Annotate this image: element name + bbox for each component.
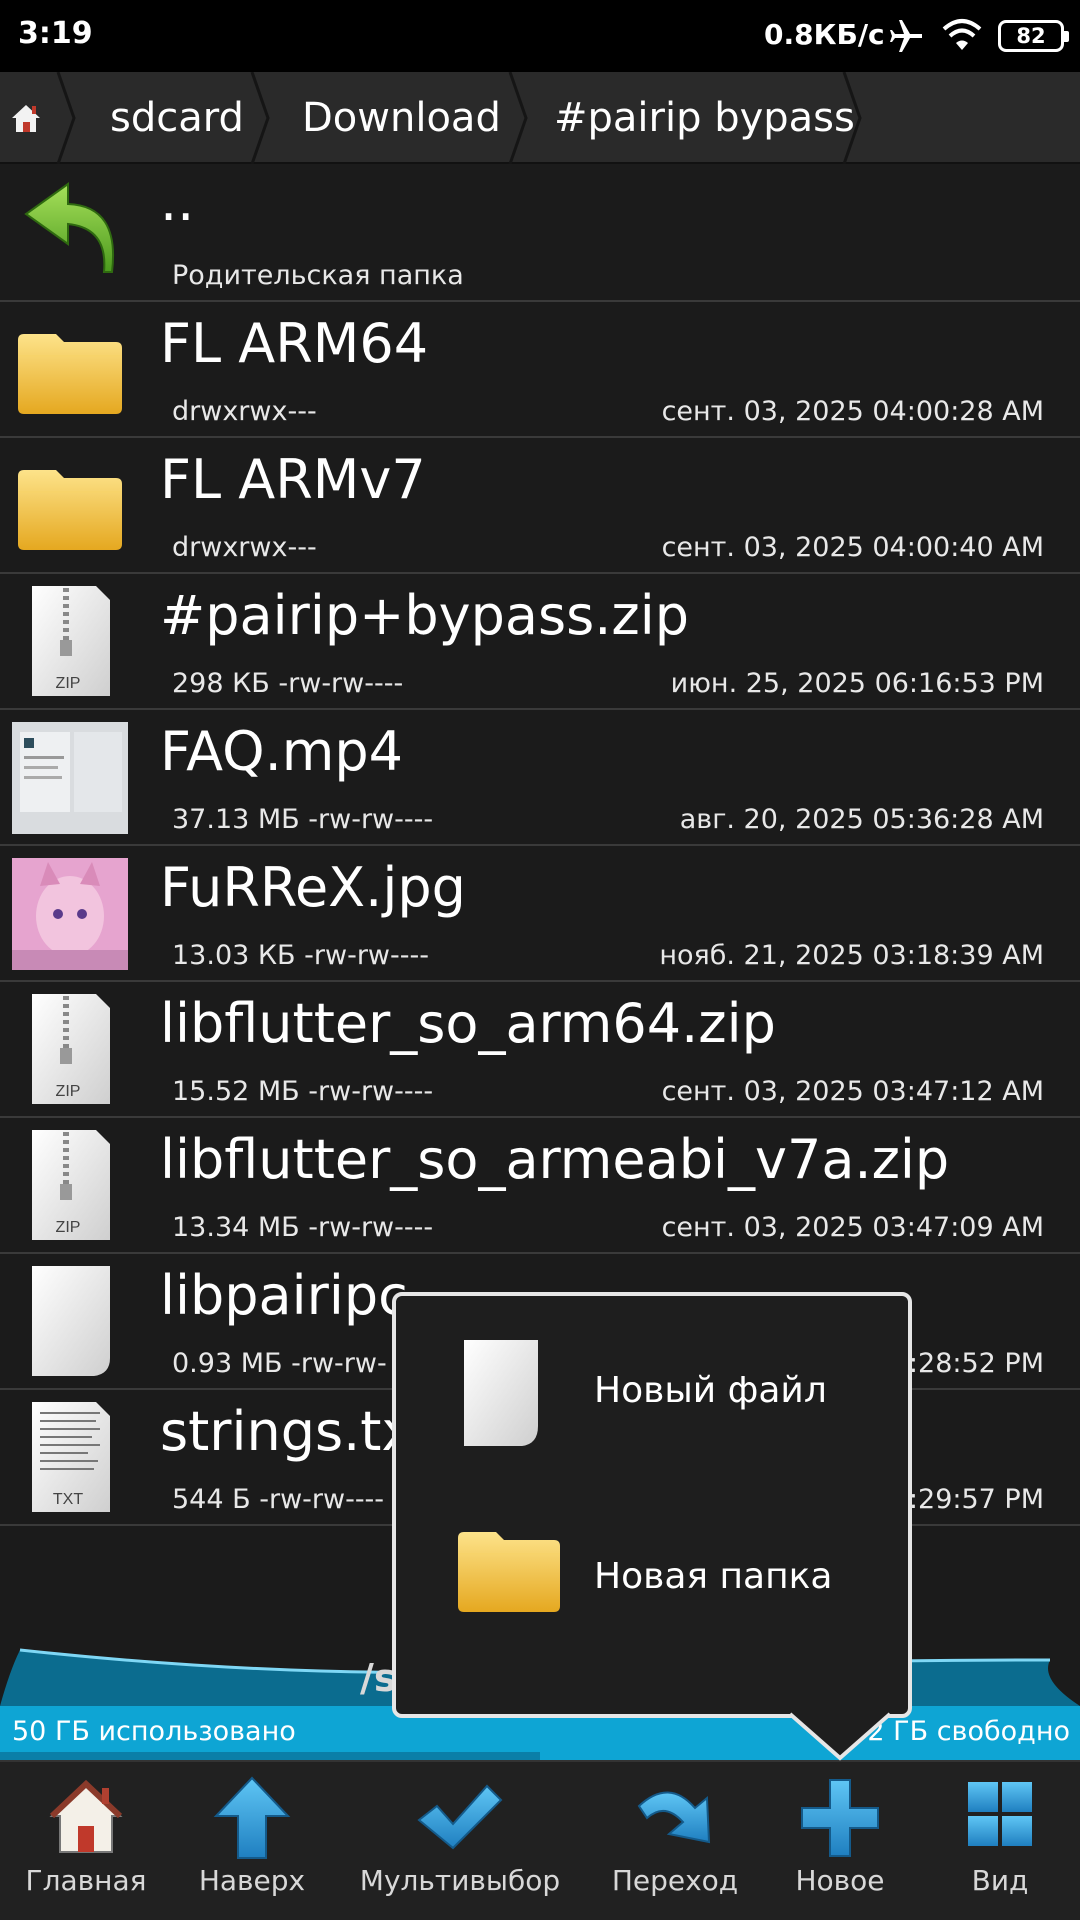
wifi-icon <box>942 19 982 50</box>
new-folder-label: Новая папка <box>594 1556 833 1597</box>
list-item-folder[interactable]: FL ARM64 drwxrwx--- сент. 03, 2025 04:00… <box>0 302 1080 438</box>
storage-free: 2 ГБ свободно <box>867 1716 1070 1747</box>
image-thumbnail <box>12 858 128 970</box>
file-name: FuRReX.jpg <box>160 856 466 919</box>
file-meta: drwxrwx--- <box>172 396 317 427</box>
up-button-label: Наверх <box>198 1864 306 1897</box>
plus-icon <box>801 1779 879 1857</box>
jump-button-label: Переход <box>611 1864 739 1897</box>
parent-folder-icon <box>24 182 114 273</box>
home-button-label: Главная <box>25 1864 147 1897</box>
file-date: сент. 03, 2025 03:47:12 AM <box>661 1076 1044 1107</box>
breadcrumb-item-sdcard[interactable]: sdcard <box>110 72 244 164</box>
breadcrumb-separator <box>250 72 270 164</box>
airplane-icon <box>890 20 922 52</box>
zip-file-icon: ZIP <box>32 1130 110 1240</box>
status-bar: 3:19 0.8КБ/с 82 <box>0 0 1080 72</box>
folder-icon <box>18 470 122 550</box>
file-name: libflutter_so_armeabi_v7a.zip <box>160 1128 950 1191</box>
file-name: #pairip+bypass.zip <box>160 584 690 647</box>
blank-file-icon <box>32 1266 110 1376</box>
breadcrumb: sdcard Download #pairip bypass <box>0 72 1080 164</box>
svg-text:ZIP: ZIP <box>56 1083 81 1100</box>
video-thumbnail <box>12 722 128 834</box>
file-date: сент. 03, 2025 04:00:28 AM <box>661 396 1044 427</box>
file-meta: Родительская папка <box>172 260 464 291</box>
file-date: авг. 20, 2025 05:36:28 AM <box>679 804 1044 835</box>
view-button-label: Вид <box>971 1864 1029 1897</box>
svg-text:TXT: TXT <box>53 1491 83 1508</box>
breadcrumb-separator <box>508 72 528 164</box>
zip-file-icon: ZIP <box>32 994 110 1104</box>
file-name: libpairipc <box>160 1264 408 1327</box>
file-name: .. <box>160 170 195 233</box>
clock: 3:19 <box>18 16 93 51</box>
breadcrumb-separator <box>842 72 862 164</box>
view-button[interactable]: Вид <box>920 1762 1080 1920</box>
list-item-file[interactable]: ZIP #pairip+bypass.zip 298 КБ -rw-rw----… <box>0 574 1080 710</box>
jump-arrow-icon <box>637 1791 711 1844</box>
file-date: :28:52 PM <box>908 1348 1044 1379</box>
file-meta: 544 Б -rw-rw---- <box>172 1484 385 1515</box>
file-name: libflutter_so_arm64.zip <box>160 992 776 1055</box>
list-item-file[interactable]: ZIP libflutter_so_arm64.zip 15.52 МБ -rw… <box>0 982 1080 1118</box>
grid-view-icon <box>968 1782 1032 1846</box>
new-file-label: Новый файл <box>594 1370 827 1411</box>
file-name: FL ARMv7 <box>160 448 426 511</box>
file-date: сент. 03, 2025 04:00:40 AM <box>661 532 1044 563</box>
multiselect-button[interactable]: Мультивыбор <box>340 1762 580 1920</box>
file-date: сент. 03, 2025 03:47:09 AM <box>661 1212 1044 1243</box>
new-button[interactable]: Новое <box>760 1762 920 1920</box>
list-item-file[interactable]: ZIP libflutter_so_armeabi_v7a.zip 13.34 … <box>0 1118 1080 1254</box>
up-arrow-icon <box>213 1776 291 1859</box>
file-meta: 298 КБ -rw-rw---- <box>172 668 404 699</box>
file-date: :29:57 PM <box>908 1484 1044 1515</box>
popup-pointer <box>790 1712 890 1761</box>
new-folder-icon <box>458 1532 560 1612</box>
list-item-file[interactable]: FuRReX.jpg 13.03 КБ -rw-rw---- нояб. 21,… <box>0 846 1080 982</box>
new-item-popup: Новый файл Новая папка <box>392 1292 912 1718</box>
file-meta: 0.93 МБ -rw-rw- <box>172 1348 387 1379</box>
list-item-file[interactable]: FAQ.mp4 37.13 МБ -rw-rw---- авг. 20, 202… <box>0 710 1080 846</box>
storage-used-fill <box>0 1752 540 1760</box>
jump-button[interactable]: Переход <box>590 1762 760 1920</box>
battery-icon: 82 <box>998 20 1069 52</box>
breadcrumb-separator <box>56 72 76 164</box>
file-meta: 13.34 МБ -rw-rw---- <box>172 1212 434 1243</box>
file-meta: 13.03 КБ -rw-rw---- <box>172 940 429 971</box>
new-file-menu-item[interactable]: Новый файл <box>396 1300 908 1480</box>
file-meta: 37.13 МБ -rw-rw---- <box>172 804 434 835</box>
breadcrumb-item-current[interactable]: #pairip bypass <box>554 72 855 164</box>
new-file-icon <box>464 1340 538 1446</box>
up-button[interactable]: Наверх <box>172 1762 332 1920</box>
home-icon <box>49 1779 123 1853</box>
zip-file-icon: ZIP <box>32 586 110 696</box>
breadcrumb-item-download[interactable]: Download <box>302 72 501 164</box>
list-item-folder[interactable]: FL ARMv7 drwxrwx--- сент. 03, 2025 04:00… <box>0 438 1080 574</box>
home-icon[interactable] <box>8 100 44 136</box>
text-file-icon: TXT <box>32 1402 110 1512</box>
new-folder-menu-item[interactable]: Новая папка <box>396 1486 908 1666</box>
network-speed: 0.8КБ/с <box>764 18 885 51</box>
svg-text:ZIP: ZIP <box>56 675 81 692</box>
home-button[interactable]: Главная <box>0 1762 172 1920</box>
file-date: нояб. 21, 2025 03:18:39 AM <box>659 940 1044 971</box>
file-name: strings.tx <box>160 1400 414 1463</box>
bottom-toolbar: Главная Наверх Мультивыбор Переход Новое… <box>0 1760 1080 1920</box>
multiselect-button-label: Мультивыбор <box>359 1864 561 1897</box>
list-item-parent[interactable]: .. Родительская папка <box>0 166 1080 302</box>
storage-used: 50 ГБ использовано <box>12 1716 296 1747</box>
new-button-label: Новое <box>795 1864 885 1897</box>
checkmark-icon <box>417 1784 503 1850</box>
file-date: июн. 25, 2025 06:16:53 PM <box>670 668 1044 699</box>
folder-icon <box>18 334 122 414</box>
file-name: FAQ.mp4 <box>160 720 403 783</box>
svg-text:ZIP: ZIP <box>56 1219 81 1236</box>
battery-level: 82 <box>1016 24 1046 48</box>
file-meta: drwxrwx--- <box>172 532 317 563</box>
file-meta: 15.52 МБ -rw-rw---- <box>172 1076 434 1107</box>
file-name: FL ARM64 <box>160 312 429 375</box>
